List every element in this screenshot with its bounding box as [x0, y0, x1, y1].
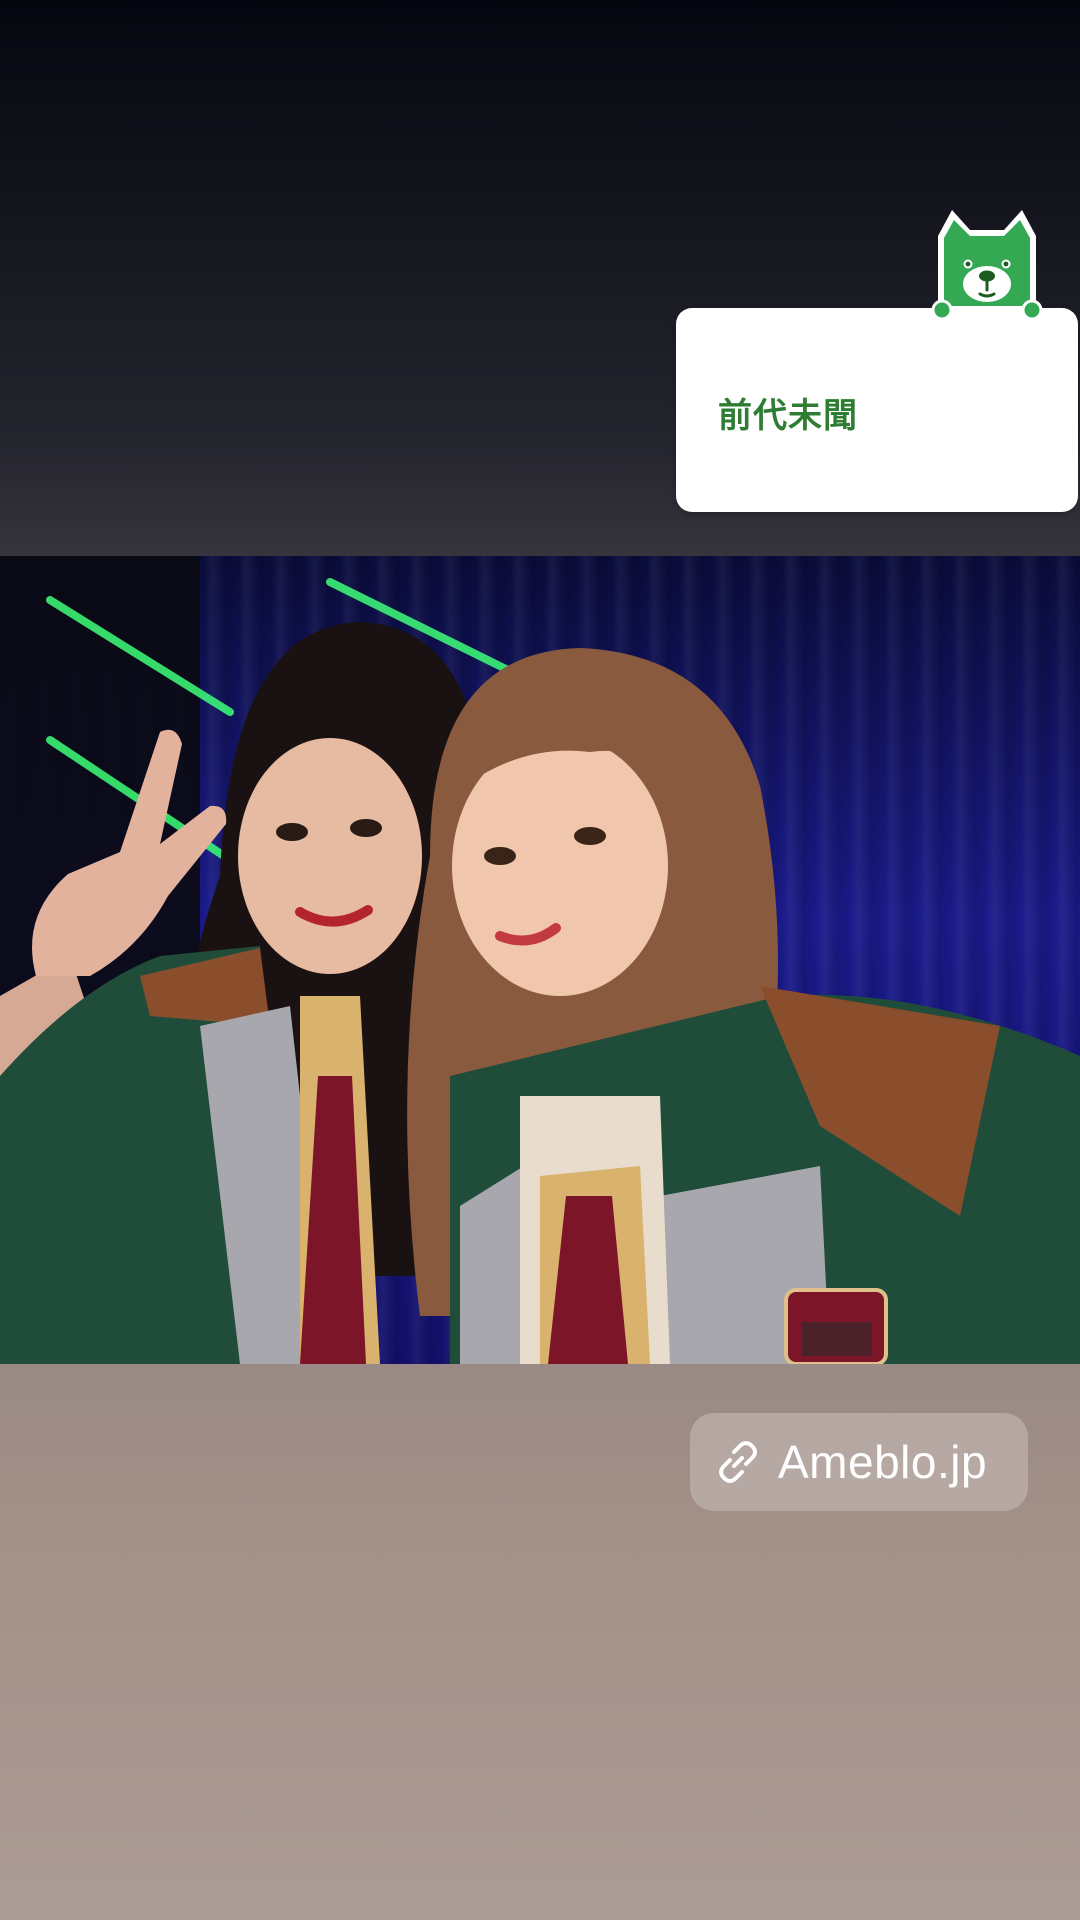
ameba-dog-mascot-icon — [931, 210, 1043, 320]
blog-card-title: 前代未聞 — [718, 396, 858, 436]
link-icon — [712, 1436, 764, 1488]
story-viewer: 前代未聞 Ameblo.jp — [0, 0, 1080, 1920]
link-sticker-label: Ameblo.jp — [778, 1436, 988, 1488]
link-sticker[interactable]: Ameblo.jp — [690, 1413, 1028, 1511]
blog-link-card[interactable]: 前代未聞 — [676, 308, 1078, 512]
story-photo-illustration — [0, 556, 1080, 1364]
story-photo — [0, 556, 1080, 1364]
